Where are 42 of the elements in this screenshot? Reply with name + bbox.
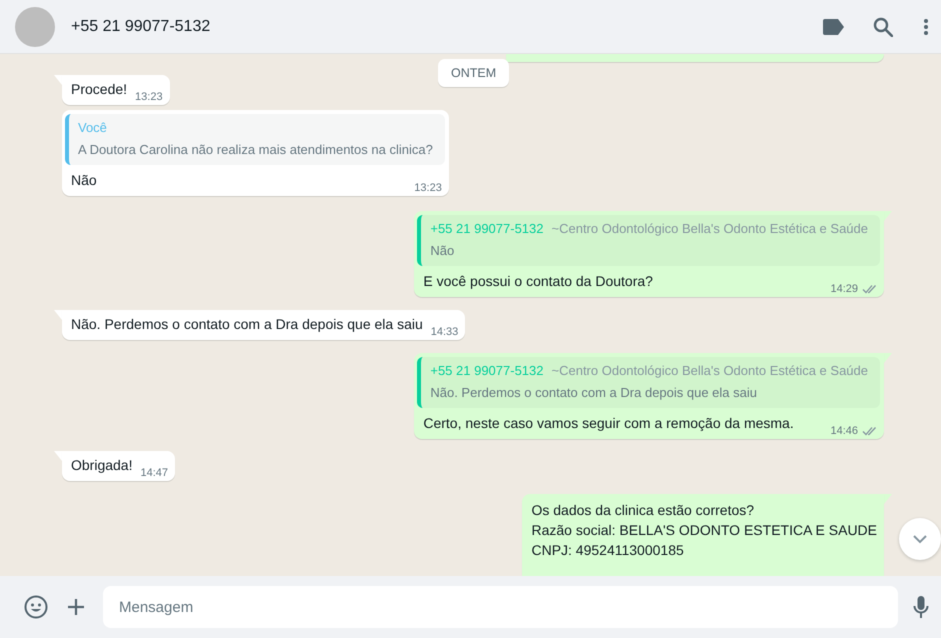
quoted-message[interactable]: +55 21 99077-5132 ~Centro Odontológico Bella's Odonto Estética e Saúde Não [417, 215, 880, 266]
message-time: 14:47 [140, 467, 168, 479]
message-time: 14:33 [430, 326, 458, 338]
message-time: 13:23 [414, 182, 442, 194]
quote-author: Você [78, 120, 107, 135]
message-bubble[interactable]: Você A Doutora Carolina não realiza mais atendimentos na clinica? Não 13:23 [62, 110, 449, 196]
message-text: Procede! [71, 81, 128, 99]
label-icon[interactable] [823, 18, 845, 34]
message-bubble[interactable]: +55 21 99077-5132 ~Centro Odontológico Bella's Odonto Estética e Saúde Não. Perdemos o contato com a Dra depois que ela saiu Certo, neste caso vamos seguir com a remoção da mesma. 14:46 [414, 353, 884, 439]
quote-text: Não. Perdemos o contato com a Dra depois que ela saiu [430, 384, 758, 402]
plus-icon[interactable] [67, 598, 85, 616]
chevron-down-icon [912, 534, 928, 544]
message-bubble[interactable]: +55 21 99077-5132 ~Centro Odontológico Bella's Odonto Estética e Saúde Não E você possui o contato da Doutora? 14:29 [414, 211, 884, 297]
message-text: CNPJ: 49524113000185 [531, 541, 685, 560]
quote-author: +55 21 99077-5132 [430, 363, 544, 378]
message-text: Razão social: BELLA'S ODONTO ESTETICA E SAUDE [531, 521, 877, 540]
message-bubble[interactable]: Procede! 13:23 [62, 75, 170, 105]
message-text: Obrigada! [71, 457, 132, 475]
menu-icon[interactable] [923, 18, 929, 36]
message-time: 14:46 [830, 425, 858, 437]
date-chip: ONTEM [438, 59, 510, 87]
message-bubble[interactable]: Obrigada! 14:47 [62, 451, 176, 481]
message-bubble[interactable]: Não. Perdemos o contato com a Dra depois que ela saiu 14:33 [62, 310, 466, 340]
message-input[interactable]: Mensagem [103, 586, 898, 628]
quoted-message[interactable]: Você A Doutora Carolina não realiza mais atendimentos na clinica? [65, 114, 445, 165]
search-icon[interactable] [873, 16, 893, 36]
message-time: 14:29 [830, 283, 858, 295]
microphone-icon[interactable] [913, 595, 929, 619]
message-text: Não. Perdemos o contato com a Dra depois que ela saiu [71, 316, 423, 334]
message-text: Certo, neste caso vamos seguir com a remoção da mesma. [423, 415, 794, 433]
quote-sender-name: ~Centro Odontológico Bella's Odonto Estética e Saúde [552, 221, 868, 236]
message-bubble[interactable]: Os dados da clinica estão corretos? Razão social: BELLA'S ODONTO ESTETICA E SAUDE CNPJ: 49524113000185 [522, 494, 884, 576]
quoted-message[interactable]: +55 21 99077-5132 ~Centro Odontológico Bella's Odonto Estética e Saúde Não. Perdemos o contato com a Dra depois que ela saiu [417, 357, 880, 408]
message-text: E você possui o contato da Doutora? [423, 273, 653, 291]
message-time: 13:23 [135, 91, 163, 103]
quote-sender-name: ~Centro Odontológico Bella's Odonto Estética e Saúde [552, 363, 868, 378]
quote-author: +55 21 99077-5132 [430, 221, 544, 236]
emoji-icon[interactable] [24, 595, 48, 619]
quote-text: Não [430, 242, 456, 260]
quote-text: A Doutora Carolina não realiza mais atendimentos na clinica? [78, 141, 433, 159]
message-text: Não [71, 172, 97, 190]
message-text: Os dados da clinica estão corretos? [531, 501, 756, 520]
